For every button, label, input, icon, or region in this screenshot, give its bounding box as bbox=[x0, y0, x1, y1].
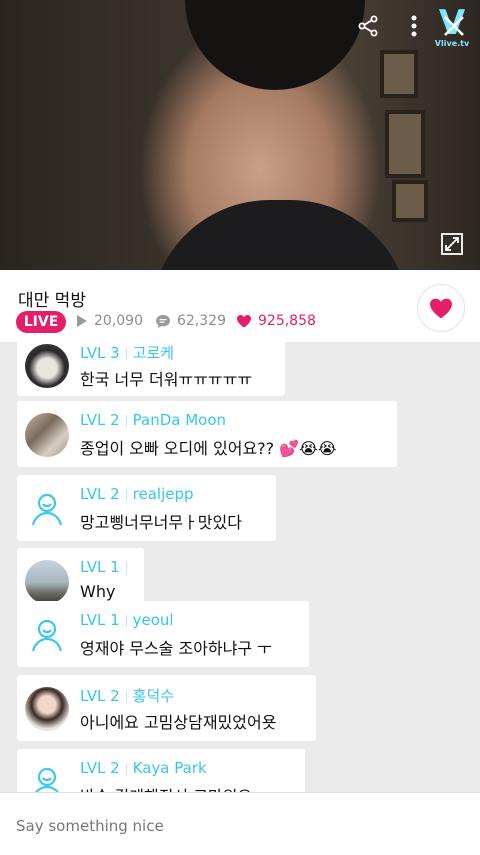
default-avatar-icon bbox=[25, 761, 69, 792]
share-icon[interactable] bbox=[354, 12, 382, 40]
chat-item: LVL 1 yeoul 영재야 무스술 조아하냐구 ㅜ bbox=[17, 601, 309, 667]
avatar bbox=[25, 687, 69, 731]
views-stat: 20,090 bbox=[76, 313, 143, 329]
avatar bbox=[25, 413, 69, 457]
comments-count: 62,329 bbox=[177, 313, 226, 329]
comment-input[interactable]: Say something nice bbox=[0, 792, 480, 855]
default-avatar-icon bbox=[25, 487, 69, 531]
chat-user: LVL 2 Kaya Park bbox=[80, 759, 207, 777]
chat-list[interactable]: LVL 3 고로케 한국 너무 더워ㅠㅠㅠㅠㅠ LVL 2 PanDa Moon 종… bbox=[0, 342, 480, 792]
avatar bbox=[25, 560, 69, 604]
default-avatar-icon bbox=[25, 613, 69, 657]
streamer-shirt bbox=[150, 200, 410, 270]
heart-icon bbox=[430, 298, 452, 319]
heart-icon bbox=[237, 315, 251, 328]
chat-user: LVL 2 홍덕수 bbox=[80, 687, 175, 705]
play-icon bbox=[77, 315, 87, 327]
chat-user: LVL 3 고로케 bbox=[80, 344, 175, 362]
comment-icon bbox=[156, 314, 170, 328]
fullscreen-icon[interactable] bbox=[440, 232, 464, 256]
chat-message: 아니에요 고밈상담재밌었어욧 bbox=[80, 713, 277, 732]
chat-user: LVL 2 PanDa Moon bbox=[80, 411, 227, 429]
chat-item: LVL 2 realjepp 망고삥너무너무ㅏ맛있다 bbox=[17, 475, 276, 541]
chat-item: LVL 3 고로케 한국 너무 더워ㅠㅠㅠㅠㅠ bbox=[17, 342, 285, 396]
chat-message: 망고삥너무너무ㅏ맛있다 bbox=[80, 513, 242, 532]
chat-message: Why bbox=[80, 582, 116, 601]
chat-message: 영재야 무스술 조아하냐구 ㅜ bbox=[80, 639, 272, 658]
hearts-count: 925,858 bbox=[258, 313, 316, 329]
chat-user: LVL 1 bbox=[80, 558, 133, 576]
send-heart-button[interactable] bbox=[417, 284, 465, 332]
close-icon[interactable] bbox=[440, 12, 468, 40]
live-badge: LIVE bbox=[16, 311, 66, 333]
broadcast-title: 대만 먹방 bbox=[18, 291, 86, 311]
chat-item: LVL 2 홍덕수 아니에요 고밈상담재밌었어욧 bbox=[17, 675, 316, 741]
wall-frame bbox=[380, 50, 418, 98]
comment-placeholder: Say something nice bbox=[16, 817, 164, 835]
chat-item: LVL 2Kaya Park 방송 길게해줘서 고마워요 bbox=[17, 749, 305, 792]
hearts-stat: 925,858 bbox=[236, 313, 316, 329]
broadcast-info: 대만 먹방 bbox=[0, 270, 480, 342]
wall-frame bbox=[392, 180, 428, 222]
streamer-hair bbox=[185, 0, 365, 90]
chat-item: LVL 2 PanDa Moon 종업이 오빠 오디에 있어요?? 💕😭😭 bbox=[17, 401, 397, 467]
chat-user: LVL 2 realjepp bbox=[80, 485, 194, 503]
comments-stat: 62,329 bbox=[155, 313, 226, 329]
more-options-icon[interactable] bbox=[404, 12, 424, 40]
wall-frame bbox=[385, 110, 425, 178]
chat-message: 종업이 오빠 오디에 있어요?? 💕😭😭 bbox=[80, 439, 337, 458]
views-count: 20,090 bbox=[94, 313, 143, 329]
avatar bbox=[25, 344, 69, 388]
chat-user: LVL 1 yeoul bbox=[80, 611, 174, 629]
chat-message: 방송 길게해줘서 고마워요 bbox=[80, 783, 252, 792]
video-player[interactable]: V Vlive.tv bbox=[0, 0, 480, 270]
chat-message: 한국 너무 더워ㅠㅠㅠㅠㅠ bbox=[80, 370, 253, 389]
